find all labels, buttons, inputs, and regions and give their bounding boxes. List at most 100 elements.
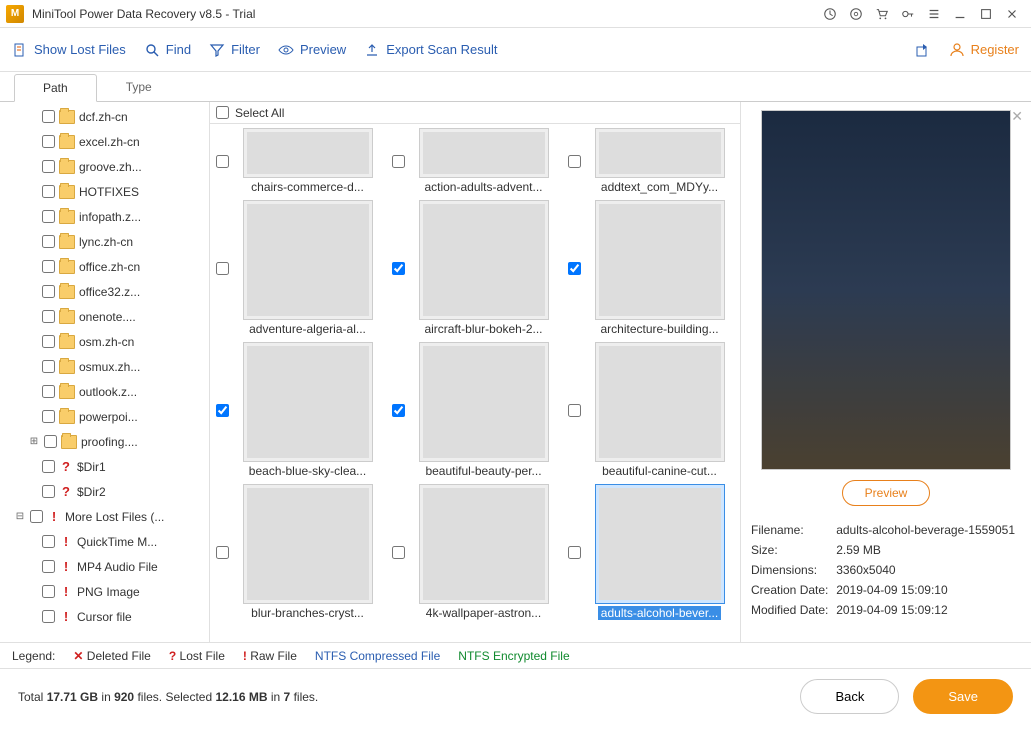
tree-checkbox[interactable] xyxy=(44,435,57,448)
select-all-checkbox[interactable] xyxy=(216,106,229,119)
tree-folder-item[interactable]: lync.zh-cn xyxy=(6,229,209,254)
tree-checkbox[interactable] xyxy=(42,260,55,273)
thumbnail-checkbox[interactable] xyxy=(216,262,229,275)
thumbnail-cell[interactable]: 4k-wallpaper-astron... xyxy=(392,484,558,620)
close-button[interactable] xyxy=(999,1,1025,27)
tree-checkbox[interactable] xyxy=(42,185,55,198)
back-button[interactable]: Back xyxy=(800,679,899,714)
thumbnail-image[interactable] xyxy=(243,342,373,462)
export-button[interactable]: Export Scan Result xyxy=(364,42,497,58)
tree-checkbox[interactable] xyxy=(42,335,55,348)
tree-rawtype-item[interactable]: !Cursor file xyxy=(6,604,209,629)
tab-path[interactable]: Path xyxy=(14,74,97,102)
register-button[interactable]: Register xyxy=(949,42,1019,58)
thumbnail-cell[interactable]: beautiful-canine-cut... xyxy=(568,342,734,478)
thumbnail-checkbox[interactable] xyxy=(568,546,581,559)
tree-checkbox[interactable] xyxy=(42,110,55,123)
thumbnail-cell[interactable]: blur-branches-cryst... xyxy=(216,484,382,620)
thumbnail-image[interactable] xyxy=(595,200,725,320)
folder-tree[interactable]: dcf.zh-cnexcel.zh-cngroove.zh...HOTFIXES… xyxy=(0,102,210,642)
tree-checkbox[interactable] xyxy=(42,485,55,498)
tree-checkbox[interactable] xyxy=(42,135,55,148)
thumbnail-checkbox[interactable] xyxy=(216,546,229,559)
thumbnail-image[interactable] xyxy=(243,484,373,604)
thumbnail-image[interactable] xyxy=(419,342,549,462)
thumbnail-image[interactable] xyxy=(243,128,373,178)
thumbnail-cell[interactable]: chairs-commerce-d... xyxy=(216,128,382,194)
thumbnail-cell[interactable]: action-adults-advent... xyxy=(392,128,558,194)
tree-folder-item[interactable]: office32.z... xyxy=(6,279,209,304)
filter-button[interactable]: Filter xyxy=(209,42,260,58)
thumbnail-cell[interactable]: beautiful-beauty-per... xyxy=(392,342,558,478)
find-button[interactable]: Find xyxy=(144,42,191,58)
thumbnail-image[interactable] xyxy=(419,484,549,604)
minimize-button[interactable] xyxy=(947,1,973,27)
tree-checkbox[interactable] xyxy=(42,310,55,323)
key-icon[interactable] xyxy=(895,1,921,27)
thumbnail-cell[interactable]: aircraft-blur-bokeh-2... xyxy=(392,200,558,336)
tree-checkbox[interactable] xyxy=(30,510,43,523)
tree-folder-item[interactable]: excel.zh-cn xyxy=(6,129,209,154)
preview-button[interactable]: Preview xyxy=(278,42,346,58)
thumbnail-checkbox[interactable] xyxy=(392,262,405,275)
tree-folder-item[interactable]: powerpoi... xyxy=(6,404,209,429)
tree-dir-item[interactable]: ?$Dir1 xyxy=(6,454,209,479)
preview-action-button[interactable]: Preview xyxy=(842,480,931,506)
tree-checkbox[interactable] xyxy=(42,585,55,598)
save-button[interactable]: Save xyxy=(913,679,1013,714)
tree-checkbox[interactable] xyxy=(42,460,55,473)
tree-folder-item[interactable]: office.zh-cn xyxy=(6,254,209,279)
thumbnail-image[interactable] xyxy=(595,484,725,604)
thumbnail-cell[interactable]: architecture-building... xyxy=(568,200,734,336)
tree-rawtype-item[interactable]: !PNG Image xyxy=(6,579,209,604)
tree-folder-item[interactable]: HOTFIXES xyxy=(6,179,209,204)
thumbnail-checkbox[interactable] xyxy=(568,404,581,417)
thumbnail-image[interactable] xyxy=(243,200,373,320)
thumbnail-checkbox[interactable] xyxy=(392,155,405,168)
thumbnail-cell[interactable]: adults-alcohol-bever... xyxy=(568,484,734,620)
tree-checkbox[interactable] xyxy=(42,385,55,398)
thumbnail-image[interactable] xyxy=(419,200,549,320)
thumbnail-cell[interactable]: beach-blue-sky-clea... xyxy=(216,342,382,478)
thumbnail-checkbox[interactable] xyxy=(392,546,405,559)
tree-checkbox[interactable] xyxy=(42,360,55,373)
thumbnail-checkbox[interactable] xyxy=(568,155,581,168)
select-all-row[interactable]: Select All xyxy=(210,102,740,124)
menu-icon[interactable] xyxy=(921,1,947,27)
tree-more-lost[interactable]: ⊟!More Lost Files (... xyxy=(6,504,209,529)
tree-checkbox[interactable] xyxy=(42,235,55,248)
tree-checkbox[interactable] xyxy=(42,535,55,548)
thumbnail-checkbox[interactable] xyxy=(568,262,581,275)
tab-type[interactable]: Type xyxy=(97,73,181,101)
thumbnail-image[interactable] xyxy=(595,342,725,462)
show-lost-files-button[interactable]: Show Lost Files xyxy=(12,42,126,58)
clock-icon[interactable] xyxy=(817,1,843,27)
thumbnail-image[interactable] xyxy=(595,128,725,178)
thumbnail-scroll[interactable]: chairs-commerce-d... action-adults-adven… xyxy=(210,124,740,642)
tree-folder-item[interactable]: outlook.z... xyxy=(6,379,209,404)
tree-checkbox[interactable] xyxy=(42,560,55,573)
tree-folder-item[interactable]: osm.zh-cn xyxy=(6,329,209,354)
tree-rawtype-item[interactable]: !MP4 Audio File xyxy=(6,554,209,579)
thumbnail-cell[interactable]: adventure-algeria-al... xyxy=(216,200,382,336)
thumbnail-checkbox[interactable] xyxy=(216,404,229,417)
support-icon[interactable] xyxy=(843,1,869,27)
cart-icon[interactable] xyxy=(869,1,895,27)
close-preview-button[interactable]: ✕ xyxy=(1011,108,1023,125)
thumbnail-checkbox[interactable] xyxy=(216,155,229,168)
tree-checkbox[interactable] xyxy=(42,160,55,173)
share-button[interactable] xyxy=(915,42,931,58)
thumbnail-checkbox[interactable] xyxy=(392,404,405,417)
tree-checkbox[interactable] xyxy=(42,610,55,623)
tree-folder-item[interactable]: dcf.zh-cn xyxy=(6,104,209,129)
tree-rawtype-item[interactable]: !QuickTime M... xyxy=(6,529,209,554)
tree-checkbox[interactable] xyxy=(42,285,55,298)
tree-dir-item[interactable]: ?$Dir2 xyxy=(6,479,209,504)
tree-folder-item[interactable]: osmux.zh... xyxy=(6,354,209,379)
thumbnail-cell[interactable]: addtext_com_MDYy... xyxy=(568,128,734,194)
tree-checkbox[interactable] xyxy=(42,410,55,423)
maximize-button[interactable] xyxy=(973,1,999,27)
tree-folder-item[interactable]: infopath.z... xyxy=(6,204,209,229)
tree-checkbox[interactable] xyxy=(42,210,55,223)
tree-folder-item[interactable]: onenote.... xyxy=(6,304,209,329)
